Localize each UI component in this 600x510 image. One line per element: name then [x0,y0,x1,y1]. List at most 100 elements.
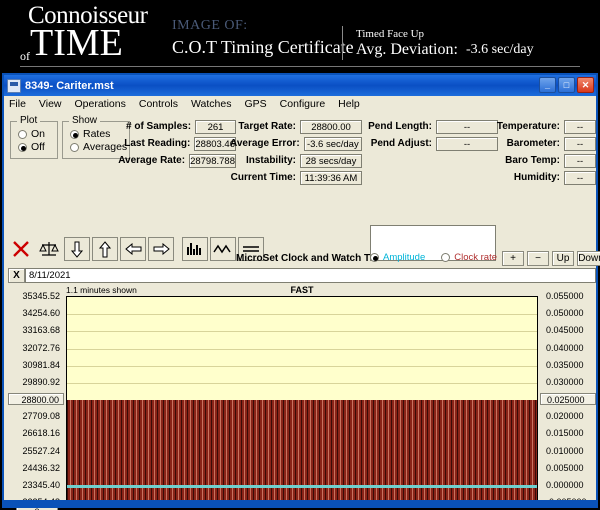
barometer-label: Barometer: [507,138,560,149]
instability-label: Instability: [246,155,296,166]
window-title-bar[interactable]: 8349- Cariter.mst _ □ ✕ [4,75,596,96]
left-axis-tick: 24436.32 [8,462,64,474]
plot-off-option[interactable]: Off [18,141,57,153]
minimize-button[interactable]: _ [539,77,556,93]
menu-item-configure[interactable]: Configure [278,98,328,110]
show-group-title: Show [69,115,100,126]
plot-off-radio[interactable] [18,143,27,152]
brand-logo: Connoisseur ofTIME [20,3,148,62]
right-axis-tick: 0.015000 [540,427,596,439]
balance-scale-icon [39,240,59,258]
close-button[interactable]: ✕ [577,77,594,93]
left-axis-tick: 27709.08 [8,410,64,422]
average-rate-row: Average Rate: 28798.788 [126,153,236,168]
readings-left-column: # of Samples: 261 Last Reading: 28803.46… [126,119,236,170]
pend-adjust-row: Pend Adjust: -- [366,136,498,151]
waveform-button[interactable] [210,237,236,261]
pend-adjust-value: -- [436,137,498,151]
plot-on-radio[interactable] [18,130,27,139]
chart-zero-line [67,485,537,488]
chart-fast-label: FAST [8,285,596,295]
clock-rate-radio[interactable] [441,253,450,262]
temperature-row: Temperature: -- [494,119,596,134]
brand-of-time: ofTIME [20,24,148,62]
amplitude-radio[interactable] [370,253,379,262]
menu-item-file[interactable]: File [7,98,28,110]
left-axis-tick: 25527.24 [8,445,64,457]
plot-group-title: Plot [17,115,40,126]
bar-chart-icon [186,241,204,257]
arrow-up-icon [99,241,111,258]
app-icon [7,79,21,93]
banner-rule [20,66,580,67]
baro-temp-row: Baro Temp: -- [494,153,596,168]
temperature-value: -- [564,120,596,134]
arrow-right-button[interactable] [148,237,174,261]
up-button[interactable]: Up [552,251,574,266]
average-error-value: -3.6 sec/day [304,137,362,151]
plot-on-option[interactable]: On [18,128,57,140]
baro-temp-label: Baro Temp: [505,155,560,166]
instability-row: Instability: 28 secs/day [230,153,362,168]
barometer-value: -- [564,137,596,151]
balance-scale-button[interactable] [36,237,62,261]
right-axis-tick: 0.020000 [540,410,596,422]
current-time-value: 11:39:36 AM [300,171,362,185]
waveform-icon [213,241,233,257]
menu-item-watches[interactable]: Watches [189,98,233,110]
pendulum-column: Pend Length: -- Pend Adjust: -- [366,119,498,153]
increase-button[interactable]: + [502,251,524,266]
target-rate-row: Target Rate: 28800.00 [230,119,362,134]
pend-length-row: Pend Length: -- [366,119,498,134]
date-input[interactable]: 8/11/2021 [25,268,596,283]
show-rates-option[interactable]: Rates [70,128,129,140]
show-rates-radio[interactable] [70,130,79,139]
maximize-button[interactable]: □ [558,77,575,93]
chart-plot-area[interactable] [66,296,538,502]
right-axis-tick: 0.050000 [540,307,596,319]
last-reading-row: Last Reading: 28803.46 [126,136,236,151]
left-axis-tick: 32072.76 [8,342,64,354]
window-controls: _ □ ✕ [539,77,594,93]
gridline [67,331,537,332]
show-rates-label: Rates [83,128,110,140]
right-axis-tick: 0.000000 [540,479,596,491]
delete-x-icon [12,240,30,258]
mode-selector: Amplitude Clock rate [370,252,500,263]
arrow-down-button[interactable] [64,237,90,261]
clear-date-button[interactable]: X [8,268,25,283]
temperature-label: Temperature: [497,121,560,132]
image-of-label: IMAGE OF: [172,18,248,34]
chart-left-axis: 35345.5234254.6033163.6832072.7630981.84… [8,296,64,502]
menu-item-view[interactable]: View [37,98,64,110]
avg-deviation-value: -3.6 sec/day [466,42,534,58]
down-button[interactable]: Down [577,251,600,266]
environment-column: Temperature: -- Barometer: -- Baro Temp:… [494,119,596,187]
left-axis-tick: 30981.84 [8,359,64,371]
window-status-bar [2,500,598,508]
bar-chart-button[interactable] [182,237,208,261]
application-window: 8349- Cariter.mst _ □ ✕ File View Operat… [2,73,598,507]
gridline [67,383,537,384]
menu-item-operations[interactable]: Operations [73,98,128,110]
adjust-button-group: + − Up Down [502,251,600,266]
menu-item-help[interactable]: Help [336,98,362,110]
orientation-label: Timed Face Up [356,28,424,40]
brand-time: TIME [30,22,123,64]
show-averages-option[interactable]: Averages [70,141,129,153]
show-averages-radio[interactable] [70,143,79,152]
samples-label: # of Samples: [126,121,191,132]
plot-on-label: On [31,128,45,140]
chart-panel: 1.1 minutes shown FAST 35345.5234254.603… [8,285,596,503]
delete-x-button[interactable] [8,237,34,261]
menu-item-gps[interactable]: GPS [242,98,268,110]
arrow-right-icon [153,243,170,255]
arrow-left-button[interactable] [120,237,146,261]
arrow-up-button[interactable] [92,237,118,261]
decrease-button[interactable]: − [527,251,549,266]
target-rate-value: 28800.00 [300,120,362,134]
show-averages-label: Averages [83,141,127,153]
current-time-label: Current Time: [231,172,296,183]
menu-item-controls[interactable]: Controls [137,98,180,110]
average-rate-label: Average Rate: [118,155,185,166]
